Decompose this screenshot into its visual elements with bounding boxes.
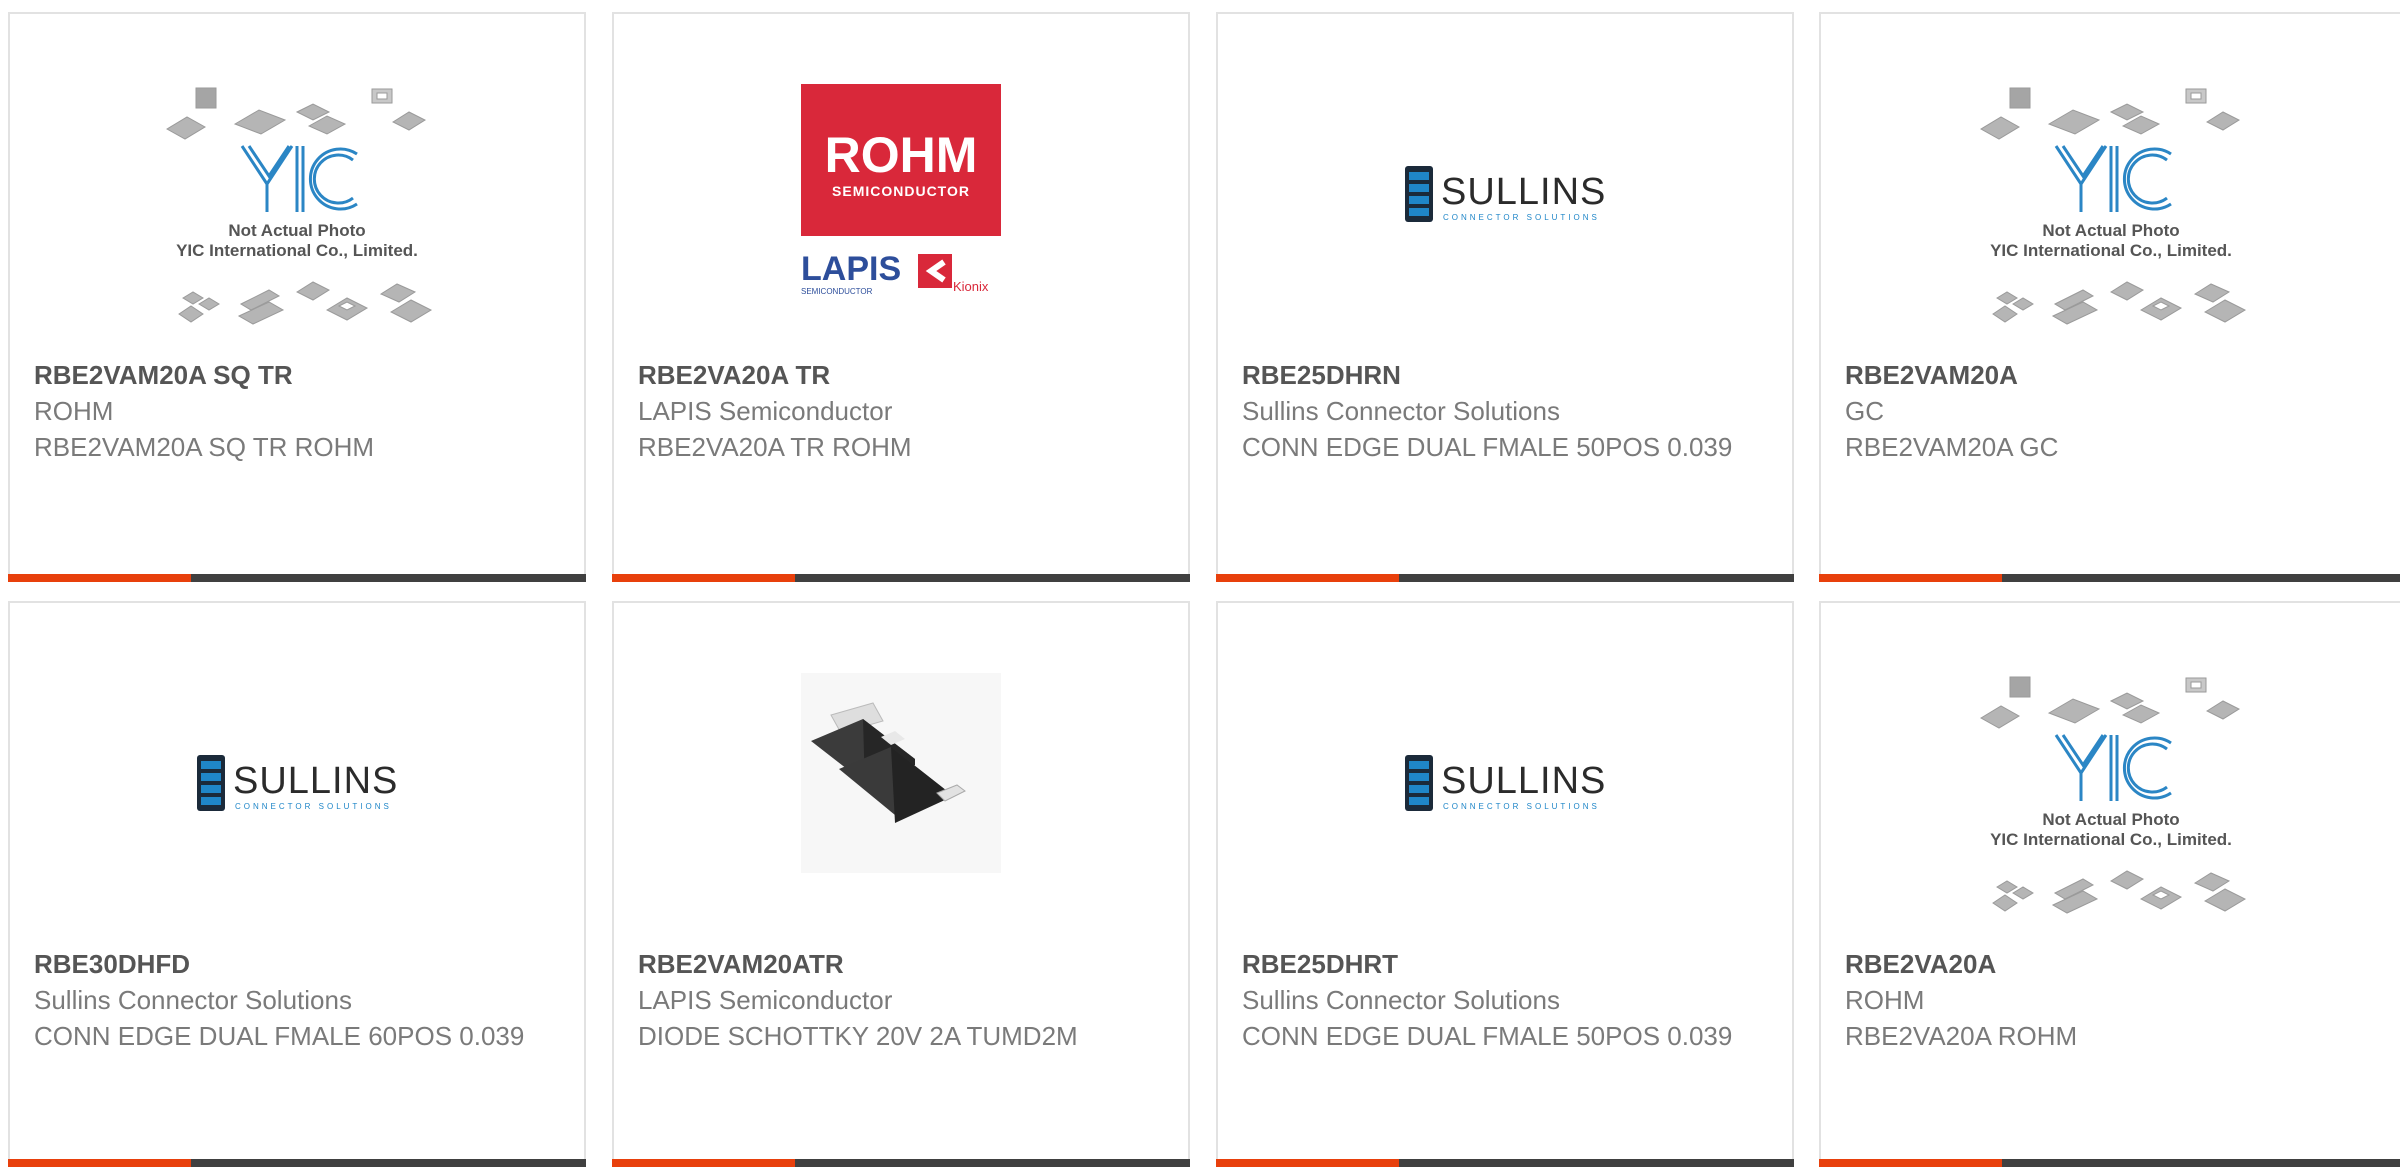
- smd-diode-photo[interactable]: [761, 673, 1041, 943]
- product-description: RBE2VA20A ROHM: [1845, 1021, 2078, 1051]
- svg-text:SULLINS: SULLINS: [1441, 760, 1606, 802]
- card-accent-bar: [1216, 1159, 1794, 1167]
- manufacturer-name: ROHM: [1845, 985, 1925, 1015]
- sullins-logo[interactable]: SULLINS CONNECTOR SOLUTIONS: [1365, 84, 1645, 354]
- product-description: RBE2VAM20A GC: [1845, 432, 2059, 462]
- part-number-link[interactable]: RBE2VAM20A SQ TR: [34, 357, 564, 393]
- svg-text:SEMICONDUCTOR: SEMICONDUCTOR: [801, 287, 873, 296]
- svg-text:CONNECTOR SOLUTIONS: CONNECTOR SOLUTIONS: [235, 802, 392, 811]
- product-card[interactable]: SULLINS CONNECTOR SOLUTIONS RBE30DHFD Su…: [8, 601, 586, 1167]
- svg-text:CONNECTOR SOLUTIONS: CONNECTOR SOLUTIONS: [1443, 213, 1600, 222]
- svg-text:Kionix: Kionix: [953, 279, 989, 294]
- product-description: CONN EDGE DUAL FMALE 50POS 0.039: [1242, 1021, 1733, 1051]
- manufacturer-name: Sullins Connector Solutions: [34, 985, 352, 1015]
- part-number-link[interactable]: RBE30DHFD: [34, 946, 564, 982]
- manufacturer-name: Sullins Connector Solutions: [1242, 396, 1560, 426]
- card-accent-bar: [612, 574, 1190, 582]
- not-actual-photo-text: Not Actual Photo: [228, 221, 365, 240]
- card-accent-bar: [1819, 1159, 2400, 1167]
- manufacturer-name: Sullins Connector Solutions: [1242, 985, 1560, 1015]
- not-actual-photo-text: Not Actual Photo: [2042, 810, 2179, 829]
- card-accent-bar: [1216, 574, 1794, 582]
- product-card[interactable]: SULLINS CONNECTOR SOLUTIONS RBE25DHRT Su…: [1216, 601, 1794, 1167]
- product-card[interactable]: Not Actual Photo YIC International Co., …: [8, 12, 586, 582]
- card-accent-bar: [8, 574, 586, 582]
- manufacturer-name: ROHM: [34, 396, 114, 426]
- manufacturer-name: GC: [1845, 396, 1884, 426]
- product-description: CONN EDGE DUAL FMALE 50POS 0.039: [1242, 432, 1733, 462]
- svg-text:CONNECTOR SOLUTIONS: CONNECTOR SOLUTIONS: [1443, 802, 1600, 811]
- yic-placeholder-icon[interactable]: Not Actual Photo YIC International Co., …: [1971, 84, 2251, 354]
- part-number-link[interactable]: RBE2VAM20ATR: [638, 946, 1168, 982]
- svg-text:SULLINS: SULLINS: [233, 760, 398, 802]
- card-accent-bar: [1819, 574, 2400, 582]
- svg-text:ROHM: ROHM: [825, 127, 978, 183]
- card-accent-bar: [612, 1159, 1190, 1167]
- product-grid: Not Actual Photo YIC International Co., …: [0, 0, 2400, 1167]
- rohm-lapis-logo[interactable]: ROHM SEMICONDUCTOR LAPIS SEMICONDUCTOR K…: [761, 84, 1041, 354]
- part-number-link[interactable]: RBE2VA20A: [1845, 946, 2380, 982]
- sullins-logo[interactable]: SULLINS CONNECTOR SOLUTIONS: [1365, 673, 1645, 943]
- part-number-link[interactable]: RBE25DHRN: [1242, 357, 1772, 393]
- svg-text:SULLINS: SULLINS: [1441, 171, 1606, 213]
- product-card[interactable]: RBE2VAM20ATR LAPIS Semiconductor DIODE S…: [612, 601, 1190, 1167]
- product-card[interactable]: SULLINS CONNECTOR SOLUTIONS RBE25DHRN Su…: [1216, 12, 1794, 582]
- product-description: DIODE SCHOTTKY 20V 2A TUMD2M: [638, 1021, 1078, 1051]
- manufacturer-name: LAPIS Semiconductor: [638, 396, 893, 426]
- not-actual-photo-text: Not Actual Photo: [2042, 221, 2179, 240]
- product-description: CONN EDGE DUAL FMALE 60POS 0.039: [34, 1021, 525, 1051]
- product-description: RBE2VA20A TR ROHM: [638, 432, 912, 462]
- yic-company-text: YIC International Co., Limited.: [1990, 241, 2232, 260]
- yic-placeholder-icon[interactable]: Not Actual Photo YIC International Co., …: [1971, 673, 2251, 943]
- part-number-link[interactable]: RBE2VAM20A: [1845, 357, 2380, 393]
- yic-company-text: YIC International Co., Limited.: [1990, 830, 2232, 849]
- manufacturer-name: LAPIS Semiconductor: [638, 985, 893, 1015]
- sullins-logo[interactable]: SULLINS CONNECTOR SOLUTIONS: [157, 673, 437, 943]
- product-description: RBE2VAM20A SQ TR ROHM: [34, 432, 375, 462]
- product-card[interactable]: Not Actual Photo YIC International Co., …: [1819, 601, 2400, 1167]
- yic-company-text: YIC International Co., Limited.: [176, 241, 418, 260]
- svg-text:SEMICONDUCTOR: SEMICONDUCTOR: [832, 183, 970, 199]
- yic-placeholder-icon[interactable]: Not Actual Photo YIC International Co., …: [157, 84, 437, 354]
- svg-text:LAPIS: LAPIS: [801, 250, 901, 288]
- card-accent-bar: [8, 1159, 586, 1167]
- product-card[interactable]: Not Actual Photo YIC International Co., …: [1819, 12, 2400, 582]
- product-card[interactable]: ROHM SEMICONDUCTOR LAPIS SEMICONDUCTOR K…: [612, 12, 1190, 582]
- part-number-link[interactable]: RBE25DHRT: [1242, 946, 1772, 982]
- part-number-link[interactable]: RBE2VA20A TR: [638, 357, 1168, 393]
